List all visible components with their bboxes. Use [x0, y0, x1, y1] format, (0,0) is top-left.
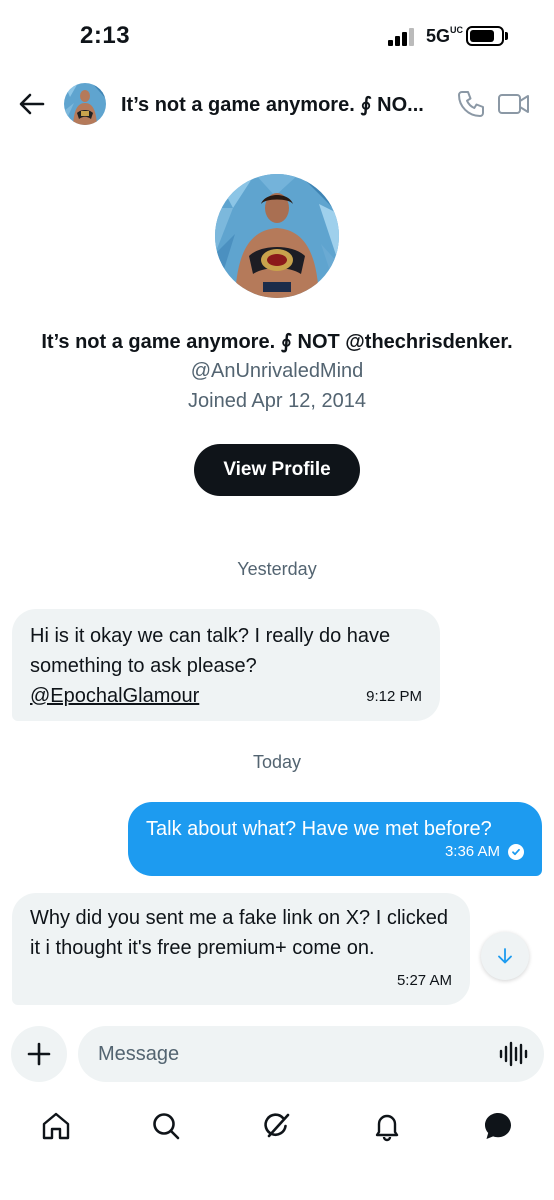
arrow-down-icon — [498, 948, 512, 964]
profile-joined-date: Joined Apr 12, 2014 — [188, 390, 366, 412]
plus-icon — [27, 1042, 51, 1066]
message-time: 5:27 AM — [396, 972, 452, 989]
video-camera-icon — [498, 94, 529, 114]
network-label: 5GUC — [426, 25, 464, 47]
video-call-button[interactable] — [497, 88, 531, 120]
status-bar: 2:13 5GUC — [0, 0, 554, 70]
message-text: Why did you sent me a fake link on X? I … — [30, 907, 448, 959]
read-check-icon — [508, 844, 524, 860]
message-input[interactable] — [78, 1026, 544, 1082]
date-separator: Today — [252, 752, 302, 772]
home-icon — [42, 1112, 70, 1140]
add-media-button[interactable] — [11, 1026, 67, 1082]
bell-icon — [375, 1114, 399, 1142]
header-title[interactable]: It’s not a game anymore. ∮ NO... — [121, 92, 431, 117]
message-time: 9:12 PM — [366, 688, 422, 705]
message-bubble-incoming[interactable]: Hi is it okay we can talk? I really do h… — [12, 609, 440, 721]
profile-handle: @AnUnrivaledMind — [190, 360, 364, 382]
header-avatar[interactable] — [64, 83, 106, 125]
nav-notifications[interactable] — [369, 1108, 405, 1144]
waveform-icon — [499, 1041, 528, 1067]
nav-messages[interactable] — [480, 1108, 516, 1144]
signal-strength-icon — [388, 28, 418, 46]
message-text: Hi is it okay we can talk? I really do h… — [30, 625, 391, 707]
phone-icon — [458, 91, 484, 117]
arrow-left-icon — [19, 93, 45, 115]
bottom-navigation — [0, 1100, 554, 1150]
battery-icon — [466, 26, 504, 46]
nav-search[interactable] — [148, 1108, 184, 1144]
message-time: 3:36 AM — [444, 843, 500, 860]
view-profile-button[interactable]: View Profile — [194, 444, 360, 496]
date-separator: Yesterday — [237, 559, 317, 579]
call-button[interactable] — [455, 88, 487, 120]
message-bubble-incoming[interactable]: Why did you sent me a fake link on X? I … — [12, 893, 470, 1005]
profile-avatar[interactable] — [215, 174, 339, 298]
battery-tip — [505, 32, 508, 40]
conversation-header: It’s not a game anymore. ∮ NO... — [0, 76, 554, 134]
message-bubble-outgoing[interactable]: Talk about what? Have we met before? 3:3… — [128, 802, 542, 876]
voice-message-button[interactable] — [498, 1040, 528, 1068]
profile-name: It’s not a game anymore. ∮ NOT @thechris… — [41, 331, 513, 353]
messages-icon — [485, 1113, 511, 1139]
grok-icon — [264, 1113, 290, 1138]
status-time: 2:13 — [80, 22, 131, 49]
search-icon — [153, 1113, 180, 1140]
scroll-to-bottom-button[interactable] — [481, 932, 529, 980]
nav-home[interactable] — [38, 1108, 74, 1144]
message-time-status: 3:36 AM — [445, 837, 524, 867]
back-button[interactable] — [14, 86, 50, 122]
mention-link[interactable]: @EpochalGlamour — [30, 685, 199, 707]
nav-grok[interactable] — [259, 1108, 295, 1144]
